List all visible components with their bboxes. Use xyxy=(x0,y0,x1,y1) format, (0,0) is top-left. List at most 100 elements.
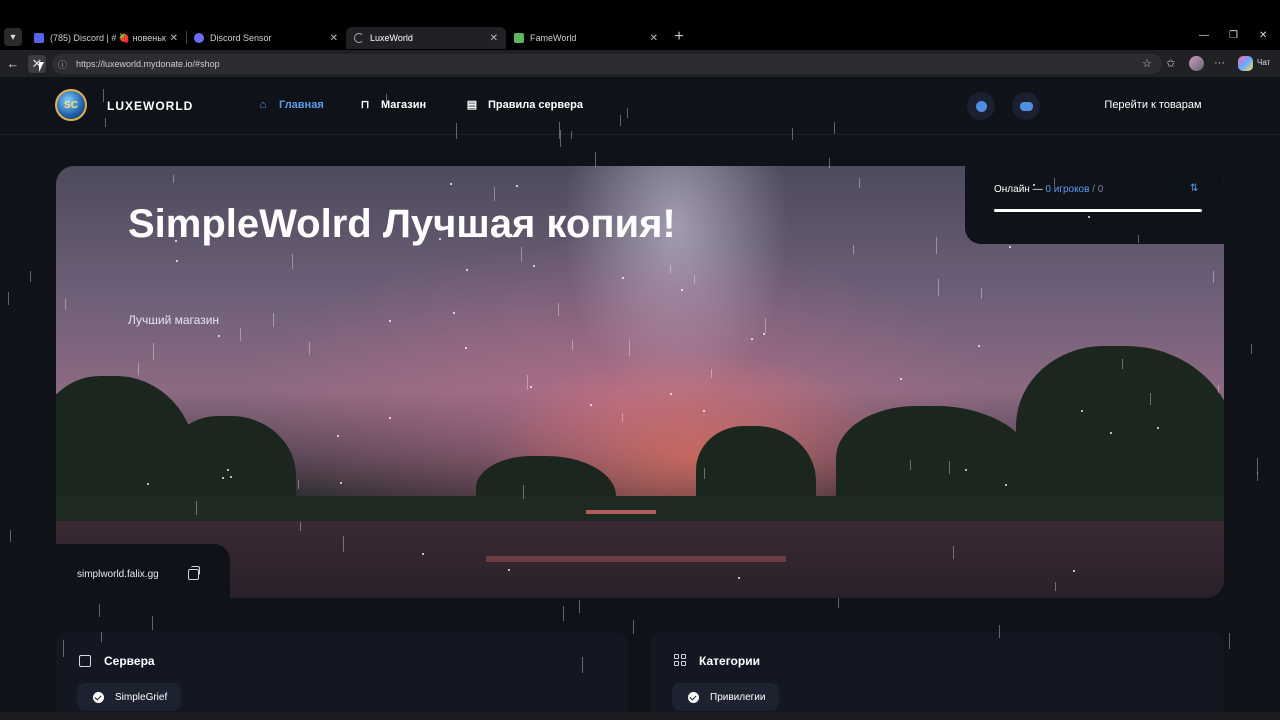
copy-icon[interactable] xyxy=(188,566,200,580)
snow-particle xyxy=(389,417,391,419)
taskbar-edge xyxy=(0,712,1280,720)
rain-streak xyxy=(582,657,583,673)
brand-name[interactable]: LUXEWORLD xyxy=(107,99,193,113)
logo-text: SC xyxy=(64,99,78,111)
rain-streak xyxy=(1055,582,1056,591)
snow-particle xyxy=(422,553,424,555)
chip-label: Привилегии xyxy=(710,691,766,703)
close-window-icon[interactable]: ✕ xyxy=(1259,30,1267,41)
rain-streak xyxy=(981,288,982,299)
telegram-button[interactable] xyxy=(967,92,995,120)
online-status-text: Онлайн — 0 игроков / 0 xyxy=(994,184,1103,195)
rain-streak xyxy=(1213,271,1214,283)
rain-streak xyxy=(99,604,100,617)
minimize-icon[interactable]: — xyxy=(1199,30,1209,41)
house-light xyxy=(586,510,656,514)
snow-particle xyxy=(738,577,740,579)
go-to-products-button[interactable]: Перейти к товарам xyxy=(1086,90,1220,120)
rain-streak xyxy=(456,123,457,139)
snow-particle xyxy=(978,345,980,347)
rain-streak xyxy=(386,94,387,108)
online-max-count: / 0 xyxy=(1092,184,1104,195)
rain-streak xyxy=(595,152,596,167)
url-field[interactable]: ⓘ https://luxeworld.mydonate.io/#shop xyxy=(52,54,1162,74)
brand-logo[interactable]: SC xyxy=(55,89,87,121)
grid-icon xyxy=(674,654,686,666)
rain-streak xyxy=(292,254,293,269)
check-circle-icon xyxy=(688,691,699,703)
fameworld-favicon-icon xyxy=(514,33,524,43)
restore-icon[interactable]: ❐ xyxy=(1229,30,1238,41)
tab-label: (785) Discord | # 🍓 новенькие | D xyxy=(50,32,166,43)
back-button[interactable]: ← xyxy=(4,55,22,73)
site-info-icon[interactable]: ⓘ xyxy=(58,58,70,71)
telegram-icon xyxy=(975,100,987,112)
snow-particle xyxy=(516,185,518,187)
server-chip-simplegrief[interactable]: SimpleGrief xyxy=(77,683,182,711)
chat-label[interactable]: Чат xyxy=(1257,58,1270,67)
rain-streak xyxy=(196,501,197,515)
refresh-icon[interactable]: ⇅ xyxy=(1190,184,1200,194)
profile-avatar[interactable] xyxy=(1189,56,1204,71)
snow-particle xyxy=(230,476,232,478)
rain-streak xyxy=(670,265,671,273)
rain-streak xyxy=(240,328,241,341)
rain-streak xyxy=(1218,385,1219,393)
rain-streak xyxy=(309,342,310,355)
rain-streak xyxy=(300,522,301,531)
favorite-star-icon[interactable]: ☆ xyxy=(1142,57,1152,70)
favorites-icon[interactable]: ✩ xyxy=(1166,57,1175,70)
rain-streak xyxy=(101,632,102,642)
copilot-icon[interactable] xyxy=(1238,56,1253,71)
tab-luxeworld[interactable]: LuxeWorld ✕ xyxy=(346,27,506,49)
snow-particle xyxy=(900,378,902,380)
close-tab-icon[interactable]: ✕ xyxy=(650,33,658,44)
tab-discord-sensor[interactable]: Discord Sensor ✕ xyxy=(186,27,346,49)
snow-particle xyxy=(222,477,224,479)
rain-streak xyxy=(563,606,564,621)
category-chip-privileges[interactable]: Привилегии xyxy=(672,683,780,711)
server-ip-text[interactable]: simplworld.falix.gg xyxy=(77,569,159,580)
rain-streak xyxy=(579,600,580,613)
snow-particle xyxy=(681,289,683,291)
rain-streak xyxy=(8,292,9,305)
online-progress-bar xyxy=(994,209,1202,212)
rain-streak xyxy=(63,640,64,657)
close-tab-icon[interactable]: ✕ xyxy=(490,33,498,44)
tab-discord[interactable]: (785) Discord | # 🍓 новенькие | D ✕ xyxy=(26,27,186,49)
close-tab-icon[interactable]: ✕ xyxy=(170,33,178,44)
nav-home[interactable]: ⌂ Главная xyxy=(257,99,324,111)
snow-particle xyxy=(533,265,535,267)
tab-fameworld[interactable]: FameWorld ✕ xyxy=(506,27,666,49)
rain-streak xyxy=(1150,393,1151,405)
snow-particle xyxy=(508,569,510,571)
rain-streak xyxy=(834,122,835,134)
rain-streak xyxy=(938,279,939,296)
new-tab-button[interactable]: + xyxy=(670,27,688,47)
rain-streak xyxy=(1054,178,1055,186)
snow-particle xyxy=(218,335,220,337)
rain-streak xyxy=(910,460,911,470)
tab-actions-menu-icon[interactable]: ▾ xyxy=(4,28,22,46)
rain-streak xyxy=(527,375,528,390)
snow-particle xyxy=(1081,410,1083,412)
more-menu-icon[interactable]: ··· xyxy=(1214,57,1225,69)
nav-rules[interactable]: ▤ Правила сервера xyxy=(466,99,583,111)
close-tab-icon[interactable]: ✕ xyxy=(330,33,338,44)
discord-button[interactable] xyxy=(1012,92,1040,120)
check-circle-icon xyxy=(93,691,104,703)
rain-streak xyxy=(494,187,495,201)
rain-streak xyxy=(853,245,854,254)
snow-particle xyxy=(1157,427,1159,429)
rain-streak xyxy=(343,536,344,552)
tab-label: Discord Sensor xyxy=(210,33,272,43)
rain-streak xyxy=(1122,359,1123,369)
tab-label: LuxeWorld xyxy=(370,33,413,43)
nav-shop[interactable]: ⊓ Магазин xyxy=(359,99,426,111)
snow-particle xyxy=(703,410,705,412)
snow-particle xyxy=(1005,484,1007,486)
snow-particle xyxy=(465,347,467,349)
rain-streak xyxy=(629,340,630,356)
snow-particle xyxy=(590,404,592,406)
rain-streak xyxy=(105,118,106,127)
